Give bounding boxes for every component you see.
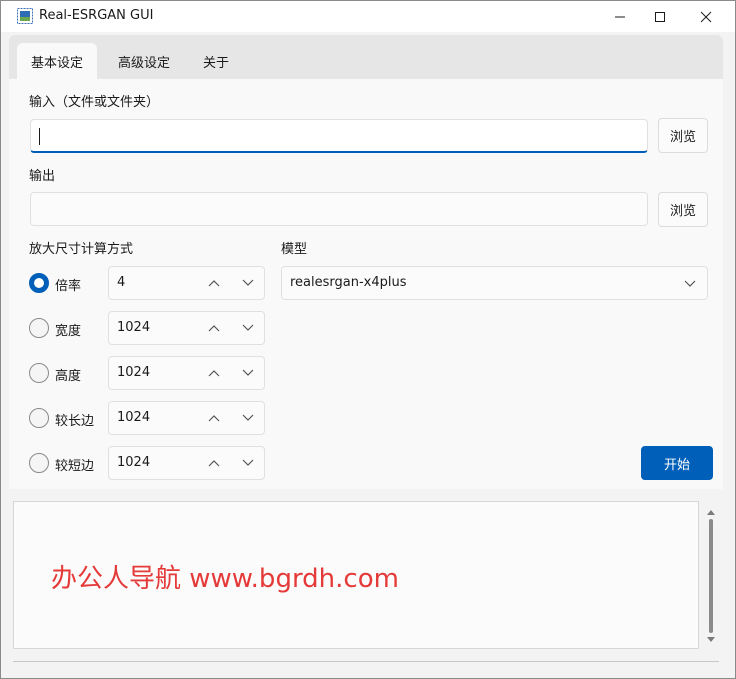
model-selected-value: realesrgan-x4plus [290, 275, 407, 290]
tab-label: 基本设定 [30, 55, 83, 71]
scrollbar-thumb[interactable] [709, 519, 713, 633]
maximize-icon [655, 11, 665, 22]
spin-up-button[interactable] [205, 364, 223, 382]
spin-down-button[interactable] [239, 319, 257, 337]
spin-up-button[interactable] [205, 319, 223, 337]
radio-scale-ratio[interactable] [29, 273, 49, 293]
width-spinbox[interactable]: 1024 [108, 311, 265, 345]
spin-down-button[interactable] [239, 364, 257, 382]
basic-settings-panel: 输入（文件或文件夹） 浏览 输出 浏览 放大尺寸计算方式 模型 倍率 4 宽度 … [9, 79, 723, 489]
radio-scale-width[interactable] [29, 318, 49, 338]
tab-basic-settings[interactable]: 基本设定 [17, 43, 97, 79]
spinbox-value: 1024 [117, 410, 151, 425]
model-label: 模型 [281, 242, 308, 257]
chevron-down-icon [242, 459, 254, 466]
chevron-down-icon [242, 279, 254, 286]
height-spinbox[interactable]: 1024 [108, 356, 265, 390]
maximize-button[interactable] [637, 1, 683, 32]
close-button[interactable] [683, 1, 729, 32]
radio-scale-height[interactable] [29, 363, 49, 383]
scroll-down-arrow-icon [707, 637, 715, 642]
close-icon [700, 11, 712, 22]
text-caret [39, 128, 40, 145]
tab-label: 关于 [202, 55, 229, 71]
chevron-down-icon [242, 324, 254, 331]
spinbox-value: 1024 [117, 365, 151, 380]
ratio-spinbox[interactable]: 4 [108, 266, 265, 300]
radio-label-width: 宽度 [55, 324, 82, 339]
input-path-field[interactable] [30, 119, 648, 153]
tab-advanced-settings[interactable]: 高级设定 [104, 43, 184, 79]
chevron-up-icon [208, 370, 220, 377]
shorter-side-spinbox[interactable]: 1024 [108, 446, 265, 480]
radio-label-shorter-side: 较短边 [55, 459, 95, 474]
radio-scale-longer-side[interactable] [29, 408, 49, 428]
app-window: Real-ESRGAN GUI 基本设定 高级设定 关于 输入（文件或文件夹） … [0, 0, 736, 679]
output-browse-button[interactable]: 浏览 [658, 192, 708, 227]
spin-down-button[interactable] [239, 274, 257, 292]
chevron-down-icon [684, 280, 696, 287]
longer-side-spinbox[interactable]: 1024 [108, 401, 265, 435]
spin-down-button[interactable] [239, 409, 257, 427]
tab-bar: 基本设定 高级设定 关于 [9, 35, 723, 79]
window-title: Real-ESRGAN GUI [39, 8, 154, 23]
spin-up-button[interactable] [205, 409, 223, 427]
radio-label-height: 高度 [55, 369, 82, 384]
chevron-up-icon [208, 415, 220, 422]
output-label: 输出 [29, 169, 56, 184]
radio-label-longer-side: 较长边 [55, 414, 95, 429]
browse-label: 浏览 [669, 204, 696, 219]
spinbox-value: 1024 [117, 320, 151, 335]
chevron-up-icon [208, 460, 220, 467]
tab-about[interactable]: 关于 [191, 43, 241, 79]
spinbox-value: 1024 [117, 455, 151, 470]
watermark-text: 办公人导航 www.bgrdh.com [51, 564, 399, 594]
chevron-up-icon [208, 280, 220, 287]
model-dropdown[interactable]: realesrgan-x4plus [281, 266, 708, 300]
output-path-field[interactable] [30, 192, 648, 226]
chevron-down-icon [242, 414, 254, 421]
radio-label-ratio: 倍率 [55, 279, 82, 294]
spin-down-button[interactable] [239, 454, 257, 472]
tab-label: 高级设定 [117, 55, 170, 71]
app-icon [17, 8, 33, 24]
input-browse-button[interactable]: 浏览 [658, 118, 708, 153]
status-divider [13, 661, 719, 662]
start-button[interactable]: 开始 [641, 446, 713, 480]
title-bar[interactable]: Real-ESRGAN GUI [1, 1, 735, 32]
spin-up-button[interactable] [205, 454, 223, 472]
input-label: 输入（文件或文件夹） [29, 95, 160, 110]
scale-method-label: 放大尺寸计算方式 [29, 242, 134, 257]
log-scrollbar[interactable] [704, 503, 718, 649]
scroll-up-arrow-icon [707, 510, 715, 515]
browse-label: 浏览 [669, 130, 696, 145]
spinbox-value: 4 [117, 275, 126, 290]
spin-up-button[interactable] [205, 274, 223, 292]
chevron-up-icon [208, 325, 220, 332]
start-label: 开始 [663, 457, 690, 473]
chevron-down-icon [242, 369, 254, 376]
radio-scale-shorter-side[interactable] [29, 453, 49, 473]
minimize-icon [615, 16, 625, 17]
